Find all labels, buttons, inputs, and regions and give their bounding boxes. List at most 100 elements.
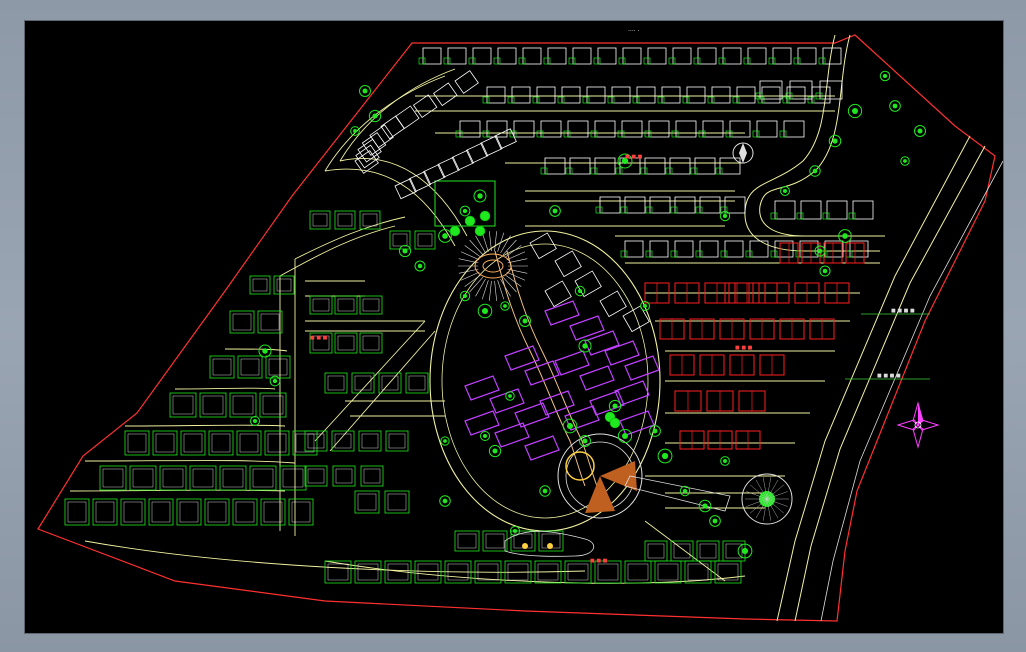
terrace-outline xyxy=(120,498,146,526)
terrace-outline xyxy=(265,355,291,379)
villa-garden xyxy=(645,250,653,258)
terrace-outline xyxy=(249,465,277,491)
terrace-inner xyxy=(627,563,649,581)
villa-garden xyxy=(443,57,451,65)
terrace-inner xyxy=(357,493,377,511)
tree-core xyxy=(682,488,688,494)
oval-villa xyxy=(622,305,650,333)
tree-core xyxy=(482,433,488,439)
terrace-outline xyxy=(229,392,257,418)
terrace-block xyxy=(180,430,206,456)
terrace-block xyxy=(384,490,410,514)
villa xyxy=(694,157,716,175)
villa-garden xyxy=(793,57,801,65)
terrace-block xyxy=(124,430,150,456)
terrace-block xyxy=(405,372,429,394)
label-west-zone: ■ ■ ■ xyxy=(310,335,328,341)
terrace-block xyxy=(351,372,375,394)
terrace-inner xyxy=(673,543,691,559)
villa-garden xyxy=(418,57,426,65)
villa-garden xyxy=(818,57,826,65)
villa-garden xyxy=(732,96,740,104)
terrace-inner xyxy=(252,468,274,488)
tree-core xyxy=(723,459,727,463)
plaza-radial-line xyxy=(506,271,526,281)
east-roundabout xyxy=(732,142,793,525)
drawing-canvas[interactable]: ···· · ■ ■ ■ ■ ■ ■ ■ ■ ■ ■ ■ ■ ■ ■ ■ ■ ■… xyxy=(24,20,1004,634)
tree-core xyxy=(652,428,658,434)
terrace-outline xyxy=(654,560,682,584)
villa-garden xyxy=(768,57,776,65)
terrace-inner xyxy=(239,433,259,453)
villa xyxy=(669,157,691,175)
villa-garden xyxy=(682,96,690,104)
terrace-outline xyxy=(189,465,217,491)
tree-core xyxy=(812,168,818,174)
villa-garden xyxy=(617,130,625,138)
terrace-inner xyxy=(485,533,505,549)
villa xyxy=(624,196,646,214)
label-north-zone: ■ ■ ■ xyxy=(625,154,643,160)
villa xyxy=(569,157,591,175)
tree-core xyxy=(622,433,628,439)
villa xyxy=(661,86,681,104)
villa xyxy=(826,200,848,220)
terrace-block xyxy=(249,275,271,295)
terrace-outline xyxy=(204,498,230,526)
villa xyxy=(599,196,621,214)
terrace-inner xyxy=(67,501,87,523)
tree-core xyxy=(612,403,618,409)
terrace-inner xyxy=(276,278,292,292)
villa-garden xyxy=(455,130,463,138)
tree-core xyxy=(903,159,907,163)
terrace-block xyxy=(259,392,287,418)
terrace-block xyxy=(236,430,262,456)
terrace-block xyxy=(229,310,255,334)
terrace-block xyxy=(129,465,157,491)
terrace-inner xyxy=(327,563,349,581)
terrace-inner xyxy=(151,501,171,523)
terrace-block xyxy=(696,540,720,562)
terrace-inner xyxy=(240,358,260,376)
terrace-block xyxy=(414,230,436,250)
terrace-inner xyxy=(267,433,287,453)
terrace-inner xyxy=(252,278,268,292)
villa-garden xyxy=(620,206,628,214)
villa xyxy=(624,240,644,258)
terrace-outline xyxy=(180,430,206,456)
villa-garden xyxy=(848,212,856,220)
tree-core xyxy=(542,488,548,494)
villa-garden xyxy=(670,206,678,214)
villa-garden xyxy=(645,206,653,214)
road-segment xyxy=(84,460,296,464)
tree-core xyxy=(712,518,718,524)
villa-garden xyxy=(795,250,803,258)
terrace-inner xyxy=(327,375,345,391)
south-plaza-wedge xyxy=(585,476,615,513)
terrace-inner xyxy=(172,395,194,415)
terrace-inner xyxy=(361,433,379,449)
terrace-block xyxy=(189,465,217,491)
terrace-outline xyxy=(159,465,187,491)
villa-garden xyxy=(752,130,760,138)
terrace-inner xyxy=(335,468,353,484)
tree-core xyxy=(577,288,583,294)
villa xyxy=(480,135,503,157)
villa xyxy=(594,120,616,138)
villa-garden xyxy=(779,130,787,138)
terrace-inner xyxy=(337,213,353,227)
terrace-inner xyxy=(268,358,288,376)
villa-garden xyxy=(807,96,815,104)
south-park-ornament xyxy=(547,543,553,549)
plaza-promenade xyxy=(624,475,731,512)
terrace-block xyxy=(176,498,202,526)
oval-villa xyxy=(554,250,582,278)
villa-garden xyxy=(543,57,551,65)
north-arrow-icon xyxy=(896,401,940,449)
villa xyxy=(811,86,831,104)
road-segment xyxy=(224,348,288,352)
terrace-block xyxy=(265,355,291,379)
villa xyxy=(674,240,694,258)
highrise-block xyxy=(464,410,500,436)
tree-core xyxy=(917,128,923,134)
